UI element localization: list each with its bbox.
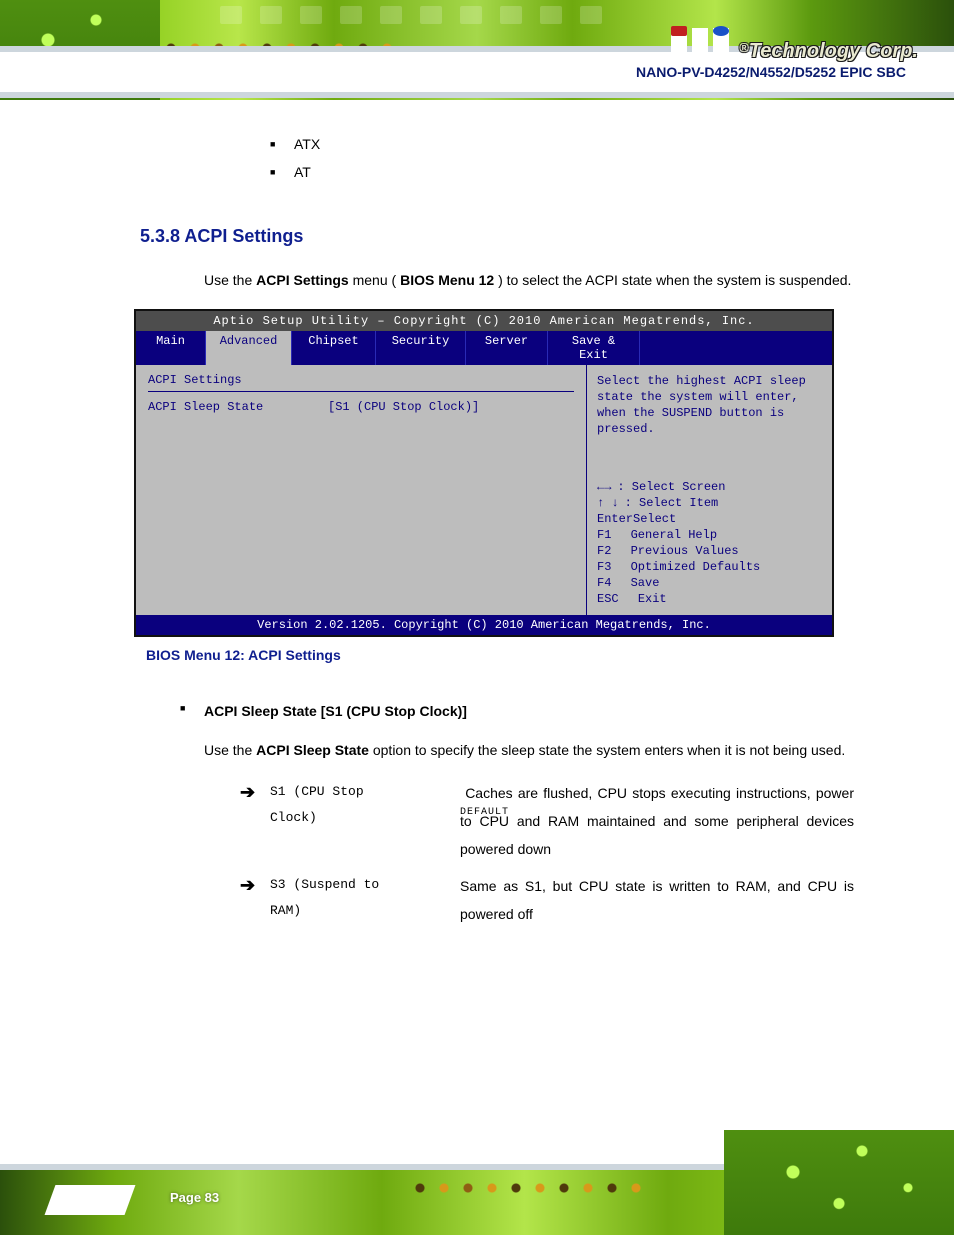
option-row-s3: ➔ S3 (Suspend to RAM) Same as S1, but CP… (240, 872, 854, 928)
bios-caption: BIOS Menu 12: ACPI Settings (146, 647, 854, 663)
option-block: ACPI Sleep State [S1 (CPU Stop Clock)] U… (180, 703, 854, 928)
key-f3-text: Optimized Defaults (631, 559, 761, 575)
opt-desc-pre: Use the (204, 742, 256, 758)
intro-mid: menu ( (353, 272, 397, 288)
arrow-right-icon: ➔ (240, 779, 270, 805)
brand-text: ®Technology Corp. (739, 40, 918, 63)
bios-right-pane: Select the highest ACPI sleep state the … (587, 365, 832, 615)
key-f1-text: General Help (631, 527, 717, 543)
header-notches (220, 6, 724, 24)
arrow-right-icon: ➔ (240, 872, 270, 898)
bios-tab-spacer (640, 331, 832, 365)
bios-tab-security[interactable]: Security (376, 331, 466, 365)
bios-key-legend: ←→ : Select Screen ↑ ↓ : Select Item Enter… (597, 479, 822, 607)
opt-s1-label-a: S1 (CPU Stop (270, 784, 364, 799)
key-ud-icon: ↑ ↓ (597, 495, 619, 511)
key-f2-sym: F2 (597, 543, 611, 559)
bios-tab-saveexit[interactable]: Save & Exit (548, 331, 640, 365)
key-f3-sym: F3 (597, 559, 611, 575)
bios-left-pane: ACPI Settings ACPI Sleep State [S1 (CPU … (136, 365, 587, 615)
option-label-s1: S1 (CPU Stop Clock) (270, 779, 460, 831)
footer-pcb-art (724, 1130, 954, 1235)
option-description: Use the ACPI Sleep State option to speci… (204, 735, 854, 765)
option-expl-s3: Same as S1, but CPU state is written to … (460, 872, 854, 928)
opt-desc-post: option to specify the sleep state the sy… (373, 742, 845, 758)
bios-setting-value: [S1 (CPU Stop Clock)] (328, 400, 479, 414)
option-row-s1: ➔ S1 (CPU Stop Clock) Caches are flushed… (240, 779, 854, 863)
opt-s3-label-b: RAM) (270, 903, 301, 918)
key-f4-sym: F4 (597, 575, 611, 591)
bios-setting-key: ACPI Sleep State (148, 400, 328, 414)
section-heading: 5.3.8 ACPI Settings (140, 226, 854, 247)
page-content: ATX AT 5.3.8 ACPI Settings Use the ACPI … (0, 120, 954, 1115)
key-f2-text: Previous Values (631, 543, 739, 559)
doc-title: NANO-PV-D4252/N4552/D5252 EPIC SBC (636, 64, 906, 80)
key-esc-text: Exit (638, 591, 667, 607)
intro-menu-name: ACPI Settings (256, 272, 349, 288)
bios-tab-advanced[interactable]: Advanced (206, 331, 292, 365)
key-ud-text: : Select Item (625, 495, 719, 511)
opt-desc-bold: ACPI Sleep State (256, 742, 369, 758)
section-title: ACPI Settings (184, 226, 303, 246)
page-number-label: Page 83 (170, 1190, 219, 1205)
page-number-badge (50, 1185, 130, 1215)
key-f1-sym: F1 (597, 527, 611, 543)
option-expl-s1: Caches are flushed, CPU stops executing … (460, 779, 854, 863)
key-esc-sym: ESC (597, 591, 619, 607)
key-f4-text: Save (631, 575, 660, 591)
bios-tab-server[interactable]: Server (466, 331, 548, 365)
key-lr-text: : Select Screen (617, 479, 725, 495)
intro-paragraph: Use the ACPI Settings menu ( BIOS Menu 1… (204, 265, 854, 295)
top-bullet-list: ATX AT (270, 130, 854, 186)
intro-post: ) to select the ACPI state when the syst… (498, 272, 851, 288)
bios-tab-chipset[interactable]: Chipset (292, 331, 376, 365)
bios-screenshot: Aptio Setup Utility – Copyright (C) 2010… (134, 309, 834, 637)
bios-setting-row[interactable]: ACPI Sleep State [S1 (CPU Stop Clock)] (148, 400, 574, 414)
bios-tab-row: Main Advanced Chipset Security Server Sa… (136, 331, 832, 365)
section-number: 5.3.8 (140, 226, 180, 246)
footer-banner (0, 1130, 954, 1235)
registered-mark: ® (739, 40, 749, 55)
bios-tab-main[interactable]: Main (136, 331, 206, 365)
option-table: ➔ S1 (CPU Stop Clock) Caches are flushed… (240, 779, 854, 928)
bios-left-heading: ACPI Settings (148, 373, 574, 387)
opt-s1-label-b: Clock) (270, 810, 317, 825)
bios-title-bar: Aptio Setup Utility – Copyright (C) 2010… (136, 311, 832, 331)
key-lr-icon: ←→ (597, 479, 611, 495)
option-heading: ACPI Sleep State [S1 (CPU Stop Clock)] (180, 703, 854, 719)
key-enter: EnterSelect (597, 511, 676, 527)
bios-help-text: Select the highest ACPI sleep state the … (597, 373, 822, 437)
header-dot-strip (165, 40, 535, 56)
opt-s3-label-a: S3 (Suspend to (270, 877, 379, 892)
brand-name: Technology Corp. (749, 40, 918, 62)
header-pcb-art (0, 0, 160, 100)
intro-pre: Use the (204, 272, 256, 288)
bullet-at: AT (270, 158, 854, 186)
option-label-s3: S3 (Suspend to RAM) (270, 872, 460, 924)
bullet-atx: ATX (270, 130, 854, 158)
bios-footer: Version 2.02.1205. Copyright (C) 2010 Am… (136, 615, 832, 635)
bios-body: ACPI Settings ACPI Sleep State [S1 (CPU … (136, 365, 832, 615)
intro-menu-ref: BIOS Menu 12 (400, 272, 494, 288)
bios-left-rule (148, 391, 574, 392)
